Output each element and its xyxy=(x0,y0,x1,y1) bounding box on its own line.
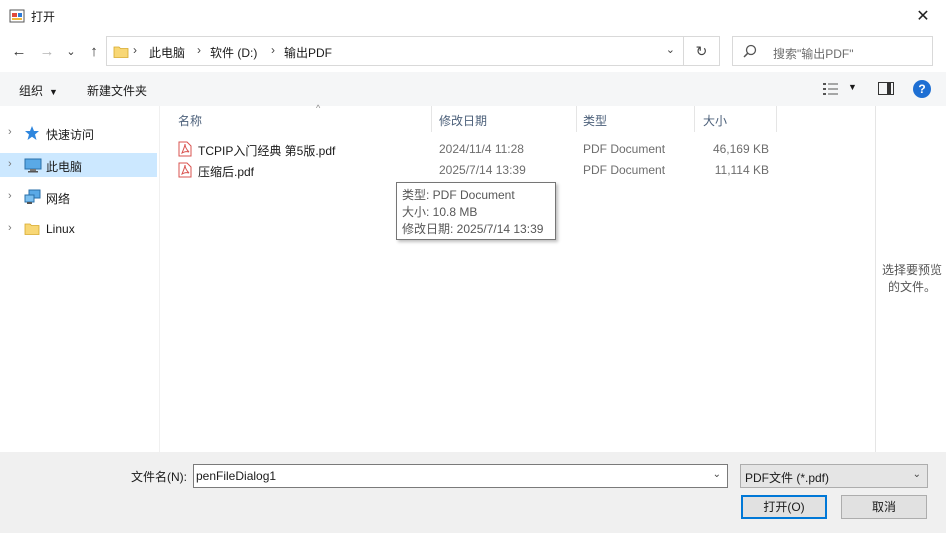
file-type: PDF Document xyxy=(583,142,666,156)
organize-label: 组织 xyxy=(19,84,44,98)
chevron-down-icon[interactable]: ⌄ xyxy=(713,469,721,480)
preview-message: 选择要预览的文件。 xyxy=(881,263,942,294)
address-dropdown-icon[interactable]: ⌄ xyxy=(666,43,675,56)
back-button[interactable]: ← xyxy=(8,40,30,62)
chevron-right-icon[interactable]: › xyxy=(8,158,12,170)
navigation-pane: › 快速访问 › 此电脑 › 网络 › Linux xyxy=(0,106,160,452)
file-row[interactable]: 压缩后.pdf 2025/7/14 13:39 PDF Document 11,… xyxy=(174,160,774,180)
filename-input[interactable]: penFileDialog1 ⌄ xyxy=(193,464,728,488)
chevron-right-icon[interactable]: › xyxy=(8,126,12,138)
sidebar-item-network[interactable]: › 网络 xyxy=(0,185,157,209)
file-name: 压缩后.pdf xyxy=(198,165,255,179)
chevron-right-icon[interactable]: › xyxy=(8,190,12,202)
refresh-icon: ↻ xyxy=(695,42,708,59)
back-arrow-icon: ← xyxy=(11,42,27,60)
app-icon xyxy=(9,9,25,23)
file-type-select[interactable]: PDF文件 (*.pdf) ⌄ xyxy=(740,464,928,488)
sort-ascending-icon: ^ xyxy=(316,103,321,113)
forward-button[interactable]: → xyxy=(36,40,58,62)
search-box[interactable]: 搜索"输出PDF" xyxy=(732,36,933,66)
chevron-down-icon: ⌄ xyxy=(912,469,921,480)
sidebar-item-this-pc[interactable]: › 此电脑 xyxy=(0,153,157,177)
tooltip-size: 大小: 10.8 MB xyxy=(402,205,478,219)
breadcrumb-this-pc[interactable]: 此电脑 xyxy=(149,44,185,61)
command-bar: 组织 ▼ 新建文件夹 ▼ ? xyxy=(0,72,946,106)
up-button[interactable]: ↑ xyxy=(83,40,105,62)
sidebar-item-label: Linux xyxy=(46,222,75,236)
search-placeholder: 搜索"输出PDF" xyxy=(773,47,854,61)
sidebar-item-label: 此电脑 xyxy=(46,160,83,174)
refresh-button[interactable]: ↻ xyxy=(684,36,720,66)
file-list: ^ 名称 修改日期 类型 大小 TCPIP入门经典 第5版.pdf 2024/1… xyxy=(160,103,875,452)
dialog-footer: 文件名(N): penFileDialog1 ⌄ PDF文件 (*.pdf) ⌄… xyxy=(0,452,946,533)
pdf-file-icon xyxy=(178,162,192,178)
recent-locations-button[interactable]: ⌄ xyxy=(60,40,82,62)
open-button[interactable]: 打开(O) xyxy=(741,495,827,519)
filename-value: penFileDialog1 xyxy=(196,469,277,483)
folder-icon xyxy=(24,223,40,235)
address-bar[interactable]: › 此电脑 › 软件 (D:) › 输出PDF ⌄ xyxy=(106,36,684,66)
help-icon[interactable]: ? xyxy=(913,80,931,98)
file-tooltip: 类型: PDF Document 大小: 10.8 MB 修改日期: 2025/… xyxy=(396,182,556,240)
breadcrumb-output-pdf[interactable]: 输出PDF xyxy=(284,44,332,61)
breadcrumb-separator: › xyxy=(133,43,137,57)
file-size: 11,114 KB xyxy=(714,163,769,177)
file-size: 46,169 KB xyxy=(712,142,769,156)
preview-pane: 选择要预览的文件。 xyxy=(875,106,946,452)
column-header-label: 类型 xyxy=(583,114,608,128)
column-header-size[interactable]: 大小 xyxy=(703,106,777,132)
column-header-label: 修改日期 xyxy=(439,114,488,128)
sidebar-item-quick-access[interactable]: › 快速访问 xyxy=(0,121,157,145)
breadcrumb-separator: › xyxy=(197,43,201,57)
caret-down-icon: ▼ xyxy=(49,87,58,97)
folder-icon xyxy=(113,46,129,58)
column-header-type[interactable]: 类型 xyxy=(583,106,695,132)
tooltip-date: 修改日期: 2025/7/14 13:39 xyxy=(402,222,544,236)
sidebar-item-label: 网络 xyxy=(46,192,71,206)
new-folder-button[interactable]: 新建文件夹 xyxy=(87,82,147,99)
column-header-label: 名称 xyxy=(178,114,203,128)
column-header-name[interactable]: ^ 名称 xyxy=(178,103,432,132)
breadcrumb-drive-d[interactable]: 软件 (D:) xyxy=(210,44,257,61)
tooltip-type: 类型: PDF Document xyxy=(402,188,515,202)
close-icon: ✕ xyxy=(916,8,930,25)
close-button[interactable]: ✕ xyxy=(900,0,946,32)
star-icon xyxy=(25,126,39,140)
network-icon xyxy=(24,189,41,204)
chevron-right-icon[interactable]: › xyxy=(8,222,12,234)
organize-button[interactable]: 组织 ▼ xyxy=(19,82,58,99)
sidebar-item-linux[interactable]: › Linux xyxy=(0,217,157,241)
breadcrumb-separator: › xyxy=(271,43,275,57)
file-modified: 2024/11/4 11:28 xyxy=(439,142,524,156)
column-header-label: 大小 xyxy=(703,114,728,128)
preview-pane-icon[interactable] xyxy=(878,82,894,95)
computer-icon xyxy=(24,158,42,173)
sidebar-item-label: 快速访问 xyxy=(46,128,95,142)
file-row[interactable]: TCPIP入门经典 第5版.pdf 2024/11/4 11:28 PDF Do… xyxy=(174,139,774,159)
file-type: PDF Document xyxy=(583,163,666,177)
cancel-button[interactable]: 取消 xyxy=(841,495,927,519)
file-modified: 2025/7/14 13:39 xyxy=(439,163,526,177)
window-title: 打开 xyxy=(31,10,56,24)
navigation-bar: ← → ⌄ ↑ › 此电脑 › 软件 (D:) › 输出PDF ⌄ ↻ 搜索"输… xyxy=(0,32,946,70)
file-type-value: PDF文件 (*.pdf) xyxy=(745,471,830,485)
chevron-down-icon: ⌄ xyxy=(66,45,76,58)
up-arrow-icon: ↑ xyxy=(90,42,98,60)
search-icon xyxy=(743,44,757,58)
filename-label: 文件名(N): xyxy=(131,470,187,484)
column-header-date[interactable]: 修改日期 xyxy=(439,106,577,132)
title-bar: 打开 ✕ xyxy=(0,0,946,32)
pdf-file-icon xyxy=(178,141,192,157)
view-dropdown-icon[interactable]: ▼ xyxy=(848,82,857,92)
view-options-icon[interactable] xyxy=(822,82,840,96)
forward-arrow-icon: → xyxy=(39,42,55,60)
file-name: TCPIP入门经典 第5版.pdf xyxy=(198,144,336,158)
